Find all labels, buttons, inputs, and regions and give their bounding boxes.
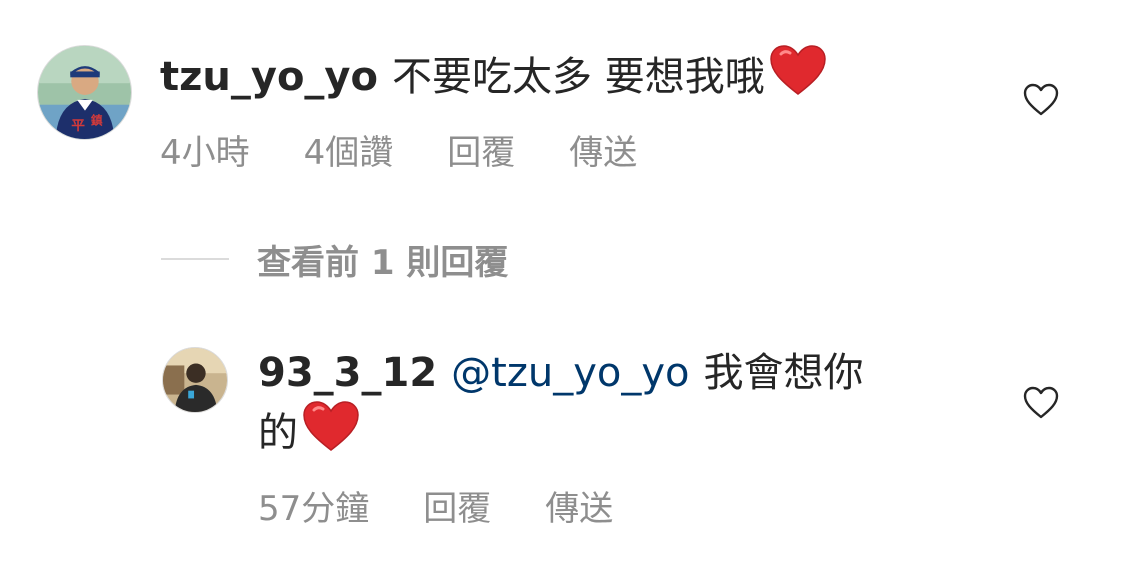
view-replies-button[interactable]: 查看前 1 則回覆 [161, 236, 509, 283]
reply-username[interactable]: 93_3_12 [258, 350, 437, 396]
red-heart-icon [302, 400, 360, 466]
reply-text-line1: 我會想你 [703, 350, 864, 396]
reply-time: 57分鐘 [258, 488, 370, 529]
comment-likes-count[interactable]: 4個讚 [304, 125, 394, 174]
comment-text: 不要吃太多 要想我哦 [392, 54, 765, 100]
user-avatar-icon [163, 348, 227, 412]
svg-text:鎮: 鎮 [91, 113, 103, 127]
reply-meta: 57分鐘 回覆 傳送 [258, 481, 613, 530]
heart-outline-icon [1023, 386, 1059, 419]
replier-avatar[interactable] [162, 347, 228, 413]
user-avatar-icon: 平 鎮 [38, 46, 131, 139]
comment-like-button[interactable] [1023, 83, 1059, 117]
svg-text:平: 平 [71, 118, 85, 134]
reply-body: 93_3_12 @tzu_yo_yo 我會想你 的 [258, 346, 958, 466]
reply-send-button[interactable]: 傳送 [545, 481, 613, 530]
comment-send-button[interactable]: 傳送 [569, 125, 637, 174]
reply-text-line2: 的 [258, 410, 298, 456]
view-replies-label: 查看前 1 則回覆 [257, 242, 509, 283]
comment-username[interactable]: tzu_yo_yo [160, 54, 378, 100]
comment-body: tzu_yo_yo 不要吃太多 要想我哦 [160, 44, 980, 110]
red-heart-icon [769, 44, 827, 110]
reply-like-button[interactable] [1023, 386, 1059, 420]
reply-reply-button[interactable]: 回覆 [423, 481, 491, 530]
reply-mention-link[interactable]: @tzu_yo_yo [451, 350, 689, 396]
comment-time: 4小時 [160, 132, 250, 173]
heart-outline-icon [1023, 83, 1059, 116]
comment-reply-button[interactable]: 回覆 [447, 125, 515, 174]
comment-meta: 4小時 4個讚 回覆 傳送 [160, 125, 637, 174]
commenter-avatar[interactable]: 平 鎮 [37, 45, 132, 140]
replies-divider [161, 258, 229, 260]
